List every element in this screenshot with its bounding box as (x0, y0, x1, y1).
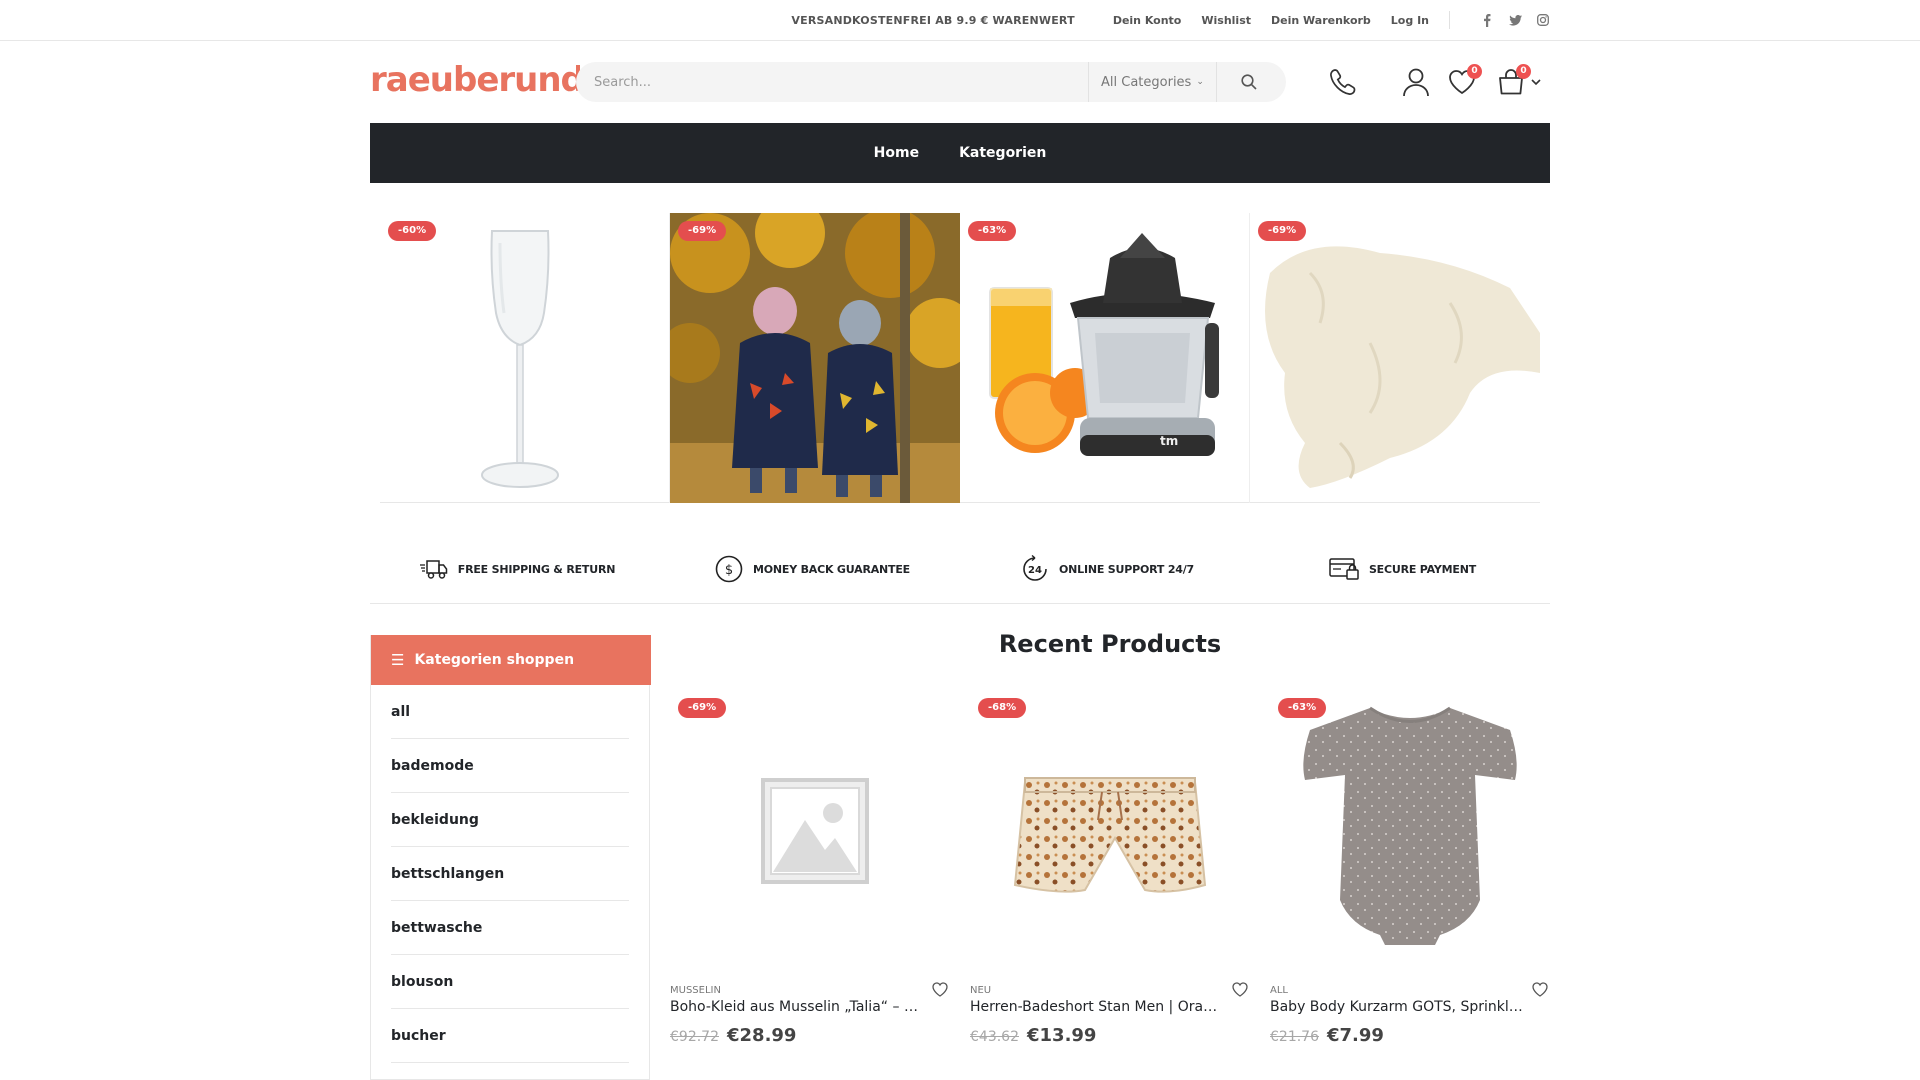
feature-secure-payment: SECURE PAYMENT (1255, 534, 1550, 604)
chevron-down-icon: ⌄ (1196, 77, 1204, 87)
search-bar: All Categories ⌄ (576, 62, 1286, 102)
plush-toy-image (1265, 246, 1540, 488)
cart-icon[interactable]: 0 (1495, 64, 1531, 100)
baby-body-image (1303, 706, 1517, 945)
discount-badge: -68% (978, 698, 1027, 718)
product-image[interactable]: -63% (1270, 690, 1550, 970)
old-price: €43.62 (970, 1029, 1019, 1045)
facebook-icon[interactable] (1480, 13, 1494, 27)
svg-text:24: 24 (1028, 565, 1042, 576)
heart-icon[interactable] (1532, 982, 1550, 1000)
search-icon (1240, 74, 1257, 90)
feature-bar: FREE SHIPPING & RETURN $ MONEY BACK GUAR… (370, 534, 1550, 604)
sidebar-header[interactable]: ☰ Kategorien shoppen (371, 635, 651, 685)
discount-badge: -63% (1278, 698, 1327, 718)
discount-badge: -69% (1258, 221, 1307, 241)
discount-badge: -69% (678, 221, 727, 241)
product-category[interactable]: NEU (970, 985, 991, 996)
placeholder-image-icon (761, 778, 869, 884)
section-title: Recent Products (998, 630, 1222, 658)
top-bar: VERSANDKOSTENFREI AB 9.9 € WARENWERT Dei… (0, 0, 1920, 41)
feature-label: FREE SHIPPING & RETURN (457, 562, 616, 576)
sidebar-item-bettwasche[interactable]: bettwasche (391, 901, 629, 955)
secure-card-icon (1329, 558, 1359, 580)
menu-icon: ☰ (391, 651, 405, 669)
phone-icon[interactable] (1327, 64, 1359, 100)
product-price: €21.76 €7.99 (1270, 1025, 1384, 1046)
product-slider: -60% -69% -63% tm -69% (380, 213, 1540, 503)
sidebar-item-all[interactable]: all (391, 685, 629, 739)
search-button[interactable] (1216, 62, 1280, 102)
slider-item[interactable]: -60% (380, 213, 670, 503)
sidebar-item-bettschlangen[interactable]: bettschlangen (391, 847, 629, 901)
sale-price: €13.99 (1027, 1025, 1097, 1046)
dollar-icon: $ (715, 555, 743, 583)
product-price: €92.72 €28.99 (670, 1025, 796, 1046)
nav-item-kategorien[interactable]: Kategorien (959, 145, 1046, 161)
sidebar-title: Kategorien shoppen (414, 652, 575, 668)
category-select-label: All Categories (1101, 74, 1192, 90)
cart-link[interactable]: Dein Warenkorb (1271, 14, 1371, 27)
topbar-divider (1449, 11, 1450, 29)
shipping-promo: VERSANDKOSTENFREI AB 9.9 € WARENWERT (791, 13, 1075, 27)
sidebar-item-bucher[interactable]: bucher (391, 1009, 629, 1063)
chevron-down-icon[interactable] (1529, 64, 1543, 100)
search-input[interactable] (576, 62, 1088, 102)
product-price: €43.62 €13.99 (970, 1025, 1096, 1046)
sale-price: €28.99 (727, 1025, 797, 1046)
main-nav: Home Kategorien (370, 123, 1550, 183)
svg-text:$: $ (725, 563, 733, 578)
wishlist-heart-icon[interactable]: 0 (1446, 64, 1482, 100)
product-card[interactable]: -69% MUSSELIN Boho-Kleid aus Musselin „T… (670, 690, 950, 1070)
product-category[interactable]: MUSSELIN (670, 985, 721, 996)
feature-label: SECURE PAYMENT (1368, 562, 1477, 576)
product-card[interactable]: -68% NEU Herren-Badeshort Stan Men | Ora… (970, 690, 1250, 1070)
discount-badge: -63% (968, 221, 1017, 241)
feature-label: MONEY BACK GUARANTEE (753, 562, 910, 576)
product-name[interactable]: Boho-Kleid aus Musselin „Talia“ – M... (670, 999, 925, 1015)
juicer-brand-logo: tm (1160, 434, 1178, 448)
slider-item[interactable]: -63% tm (960, 213, 1250, 503)
support-24-icon: 24 (1023, 555, 1047, 581)
feature-money-back: $ MONEY BACK GUARANTEE (665, 534, 960, 604)
site-logo[interactable]: raeuberund (370, 60, 580, 100)
truck-icon (419, 560, 448, 579)
slider-item[interactable]: -69% (1250, 213, 1540, 503)
old-price: €92.72 (670, 1029, 719, 1045)
feature-label: ONLINE SUPPORT 24/7 (1058, 562, 1195, 576)
feature-online-support: 24 ONLINE SUPPORT 24/7 (960, 534, 1255, 604)
product-category[interactable]: ALL (1270, 985, 1288, 996)
user-icon[interactable] (1400, 64, 1432, 100)
discount-badge: -60% (388, 221, 437, 241)
champagne-glass-image (481, 230, 559, 488)
nav-item-home[interactable]: Home (874, 145, 919, 161)
product-name[interactable]: Herren-Badeshort Stan Men | Oran... (970, 999, 1225, 1015)
heart-icon[interactable] (932, 982, 950, 1000)
category-sidebar: ☰ Kategorien shoppen all bademode beklei… (370, 635, 651, 1080)
swim-shorts-image (1013, 777, 1207, 893)
twitter-icon[interactable] (1508, 13, 1522, 27)
product-image[interactable]: -68% (970, 690, 1250, 970)
product-name[interactable]: Baby Body Kurzarm GOTS, Sprinkle ... (1270, 999, 1525, 1015)
heart-icon[interactable] (1232, 982, 1250, 1000)
slider-item[interactable]: -69% (670, 213, 960, 503)
wishlist-link[interactable]: Wishlist (1201, 14, 1251, 27)
instagram-icon[interactable] (1536, 13, 1550, 27)
sidebar-item-bekleidung[interactable]: bekleidung (391, 793, 629, 847)
sale-price: €7.99 (1327, 1025, 1384, 1046)
old-price: €21.76 (1270, 1029, 1319, 1045)
account-link[interactable]: Dein Konto (1113, 14, 1182, 27)
product-image[interactable]: -69% (670, 690, 950, 970)
category-select[interactable]: All Categories ⌄ (1088, 62, 1216, 102)
product-card[interactable]: -63% ALL Baby Body Kurzarm GOTS, Sprinkl… (1270, 690, 1550, 1070)
sidebar-item-blouson[interactable]: blouson (391, 955, 629, 1009)
discount-badge: -69% (678, 698, 727, 718)
feature-free-shipping: FREE SHIPPING & RETURN (370, 534, 665, 604)
sidebar-item-bademode[interactable]: bademode (391, 739, 629, 793)
wishlist-count-badge: 0 (1467, 64, 1482, 79)
login-link[interactable]: Log In (1391, 14, 1429, 27)
kids-dino-coats-image (670, 213, 960, 503)
citrus-juicer-image: tm (989, 233, 1219, 456)
